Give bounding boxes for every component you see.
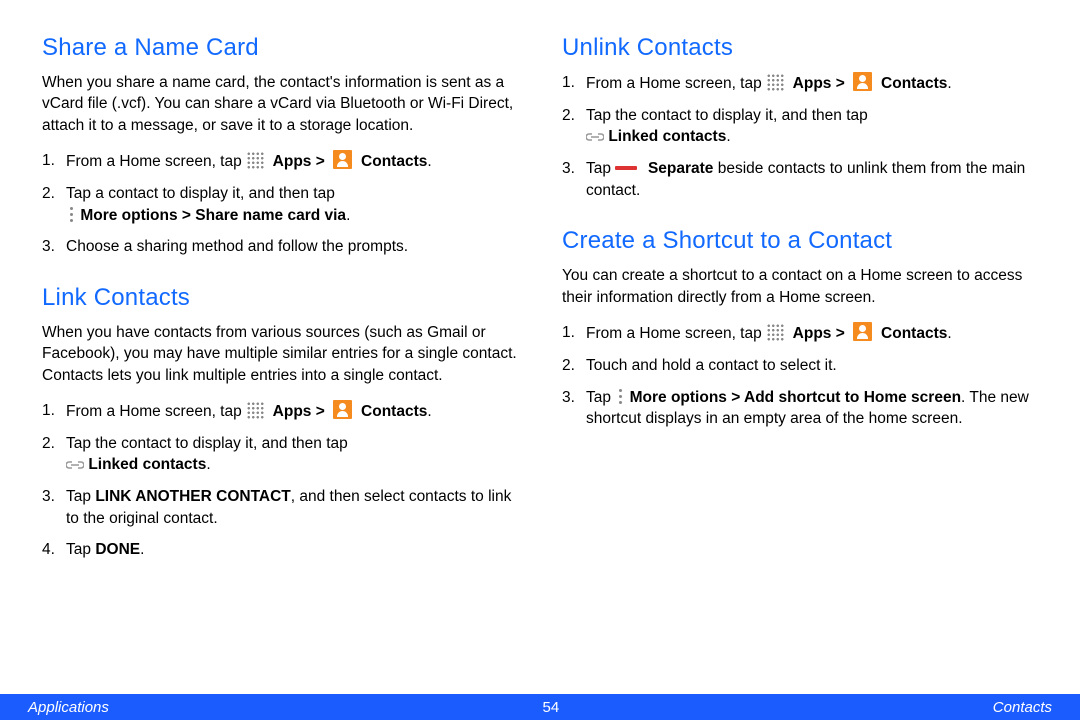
intro-shortcut: You can create a shortcut to a contact o… <box>562 265 1038 308</box>
text: From a Home screen, tap <box>66 153 246 170</box>
share-step-2: Tap a contact to display it, and then ta… <box>66 183 518 226</box>
steps-unlink: From a Home screen, tap Apps > Contacts.… <box>562 72 1038 201</box>
share-step-3: Choose a sharing method and follow the p… <box>66 236 518 258</box>
bold-text: Linked contacts <box>608 128 726 145</box>
steps-link: From a Home screen, tap Apps > Contacts.… <box>42 400 518 561</box>
section-link-contacts: Link Contacts When you have contacts fro… <box>42 284 518 561</box>
footer-left: Applications <box>28 699 109 716</box>
period: . <box>427 403 431 420</box>
text: Tap <box>66 488 95 505</box>
shortcut-step-2: Touch and hold a contact to select it. <box>586 355 1038 377</box>
unlink-step-3: Tap Separate beside contacts to unlink t… <box>586 158 1038 201</box>
page: Share a Name Card When you share a name … <box>0 0 1080 720</box>
text: Tap <box>586 389 615 406</box>
text: Tap <box>66 541 95 558</box>
contacts-label: Contacts <box>357 403 428 420</box>
link-chain-icon <box>66 458 84 472</box>
text: From a Home screen, tap <box>586 325 766 342</box>
period: . <box>206 456 210 473</box>
footer-page-number: 54 <box>543 699 560 716</box>
contacts-label: Contacts <box>877 75 948 92</box>
separate-minus-icon <box>615 166 637 170</box>
bold-text: DONE <box>95 541 140 558</box>
intro-link: When you have contacts from various sour… <box>42 322 518 386</box>
intro-share: When you share a name card, the contact'… <box>42 72 518 136</box>
shortcut-step-1: From a Home screen, tap Apps > Contacts. <box>586 322 1038 345</box>
period: . <box>726 128 730 145</box>
contacts-icon <box>333 400 352 419</box>
bold-text: Linked contacts <box>88 456 206 473</box>
link-step-2: Tap the contact to display it, and then … <box>66 433 518 476</box>
unlink-step-1: From a Home screen, tap Apps > Contacts. <box>586 72 1038 95</box>
apps-label: Apps > <box>268 153 329 170</box>
text: Tap a contact to display it, and then ta… <box>66 185 335 202</box>
text: Tap the contact to display it, and then … <box>66 435 348 452</box>
contacts-label: Contacts <box>877 325 948 342</box>
period: . <box>947 75 951 92</box>
section-unlink-contacts: Unlink Contacts From a Home screen, tap … <box>562 34 1038 201</box>
link-chain-icon <box>586 130 604 144</box>
section-share-name-card: Share a Name Card When you share a name … <box>42 34 518 258</box>
bold-text: More options > Add shortcut to Home scre… <box>630 389 961 406</box>
content-columns: Share a Name Card When you share a name … <box>0 0 1080 694</box>
apps-label: Apps > <box>268 403 329 420</box>
apps-grid-icon <box>246 401 264 419</box>
share-step-1: From a Home screen, tap Apps > Contacts. <box>66 150 518 173</box>
unlink-step-2: Tap the contact to display it, and then … <box>586 105 1038 148</box>
right-column: Unlink Contacts From a Home screen, tap … <box>562 34 1038 682</box>
apps-label: Apps > <box>788 75 849 92</box>
heading-shortcut: Create a Shortcut to a Contact <box>562 227 1038 255</box>
steps-share: From a Home screen, tap Apps > Contacts.… <box>42 150 518 258</box>
contacts-icon <box>853 72 872 91</box>
link-step-4: Tap DONE. <box>66 539 518 561</box>
heading-unlink: Unlink Contacts <box>562 34 1038 62</box>
bold-text: Separate <box>644 160 714 177</box>
period: . <box>346 207 350 224</box>
contacts-icon <box>853 322 872 341</box>
text: Tap <box>586 160 615 177</box>
period: . <box>140 541 144 558</box>
period: . <box>427 153 431 170</box>
bold-text: More options > Share name card via <box>80 207 346 224</box>
more-options-icon <box>617 389 623 405</box>
heading-share: Share a Name Card <box>42 34 518 62</box>
shortcut-step-3: Tap More options > Add shortcut to Home … <box>586 387 1038 430</box>
apps-grid-icon <box>766 323 784 341</box>
text: From a Home screen, tap <box>66 403 246 420</box>
heading-link: Link Contacts <box>42 284 518 312</box>
text: Tap the contact to display it, and then … <box>586 107 868 124</box>
bold-text: LINK ANOTHER CONTACT <box>95 488 290 505</box>
footer-bar: Applications 54 Contacts <box>0 694 1080 720</box>
steps-shortcut: From a Home screen, tap Apps > Contacts.… <box>562 322 1038 430</box>
left-column: Share a Name Card When you share a name … <box>42 34 518 682</box>
period: . <box>947 325 951 342</box>
apps-grid-icon <box>766 73 784 91</box>
apps-grid-icon <box>246 151 264 169</box>
section-create-shortcut: Create a Shortcut to a Contact You can c… <box>562 227 1038 430</box>
apps-label: Apps > <box>788 325 849 342</box>
contacts-label: Contacts <box>357 153 428 170</box>
footer-right: Contacts <box>993 699 1052 716</box>
text: From a Home screen, tap <box>586 75 766 92</box>
contacts-icon <box>333 150 352 169</box>
link-step-1: From a Home screen, tap Apps > Contacts. <box>66 400 518 423</box>
link-step-3: Tap LINK ANOTHER CONTACT, and then selec… <box>66 486 518 529</box>
more-options-icon <box>68 207 74 223</box>
